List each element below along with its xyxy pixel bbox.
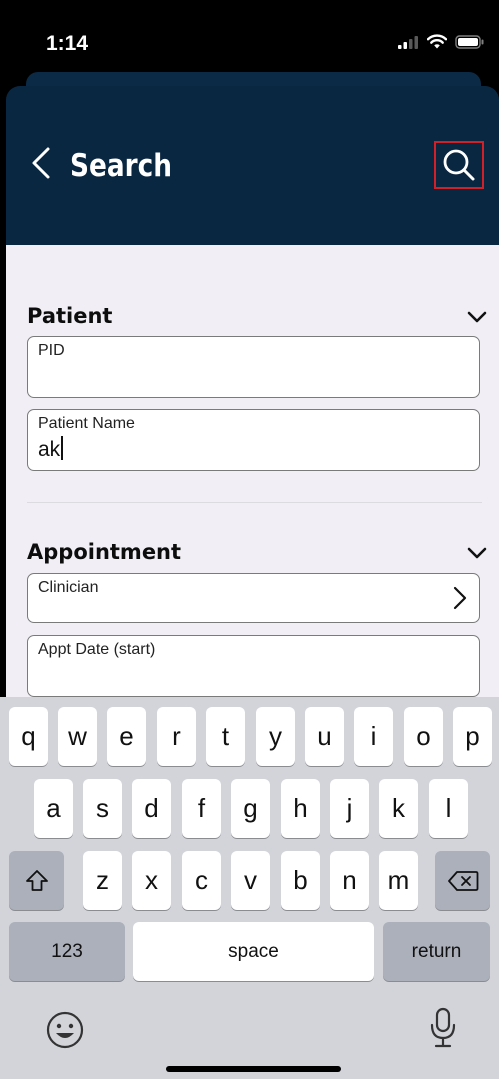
key-s[interactable]: s [83, 779, 122, 838]
key-f[interactable]: f [182, 779, 221, 838]
key-d[interactable]: d [132, 779, 171, 838]
section-divider [27, 502, 482, 503]
key-c[interactable]: c [182, 851, 221, 910]
search-form: Patient PID Patient Name ak Appointment … [6, 245, 499, 697]
appt-date-start-field[interactable]: Appt Date (start) [27, 635, 480, 697]
page-title: Search [70, 148, 173, 184]
emoji-icon[interactable] [45, 1010, 85, 1050]
key-p[interactable]: p [453, 707, 492, 766]
key-y[interactable]: y [256, 707, 295, 766]
status-icons [397, 34, 485, 49]
delete-key[interactable] [435, 851, 490, 910]
return-key[interactable]: return [383, 922, 490, 981]
clinician-field[interactable]: Clinician [27, 573, 480, 623]
key-b[interactable]: b [281, 851, 320, 910]
key-w[interactable]: w [58, 707, 97, 766]
key-l[interactable]: l [429, 779, 468, 838]
key-n[interactable]: n [330, 851, 369, 910]
key-q[interactable]: q [9, 707, 48, 766]
signal-icon [398, 35, 418, 49]
key-r[interactable]: r [157, 707, 196, 766]
text-cursor [61, 436, 64, 460]
patient-name-value: ak [38, 438, 61, 461]
chevron-right-icon [453, 586, 467, 610]
patient-name-input[interactable]: ak [38, 436, 64, 462]
clinician-label: Clinician [38, 579, 99, 596]
search-button[interactable] [434, 141, 484, 189]
key-k[interactable]: k [379, 779, 418, 838]
key-j[interactable]: j [330, 779, 369, 838]
key-g[interactable]: g [231, 779, 270, 838]
pid-label: PID [38, 342, 65, 359]
section-title-patient: Patient [27, 304, 113, 328]
key-o[interactable]: o [404, 707, 443, 766]
shift-icon [25, 869, 48, 891]
numbers-key[interactable]: 123 [9, 922, 125, 981]
key-z[interactable]: z [83, 851, 122, 910]
navigation-bar: Search [6, 86, 499, 245]
patient-name-field[interactable]: Patient Name ak [27, 409, 480, 471]
key-x[interactable]: x [132, 851, 171, 910]
appt-date-start-label: Appt Date (start) [38, 641, 156, 658]
key-i[interactable]: i [354, 707, 393, 766]
key-a[interactable]: a [34, 779, 73, 838]
key-v[interactable]: v [231, 851, 270, 910]
key-e[interactable]: e [107, 707, 146, 766]
key-u[interactable]: u [305, 707, 344, 766]
keyboard: q w e r t y u i o p a s d f g h j k l z … [0, 697, 499, 1079]
key-m[interactable]: m [379, 851, 418, 910]
home-indicator[interactable] [166, 1066, 341, 1072]
backspace-icon [447, 870, 478, 891]
search-icon [443, 149, 475, 181]
pid-field[interactable]: PID [27, 336, 480, 398]
key-h[interactable]: h [281, 779, 320, 838]
status-time: 1:14 [46, 32, 89, 55]
patient-name-label: Patient Name [38, 415, 135, 432]
status-bar: 1:14 [0, 0, 499, 74]
section-title-appointment: Appointment [27, 540, 182, 564]
battery-icon [455, 34, 484, 49]
microphone-icon[interactable] [428, 1006, 458, 1050]
key-t[interactable]: t [206, 707, 245, 766]
back-chevron-icon[interactable] [30, 146, 52, 180]
wifi-icon [427, 34, 447, 49]
space-key[interactable]: space [133, 922, 374, 981]
chevron-down-icon[interactable] [467, 311, 487, 324]
chevron-down-icon[interactable] [467, 547, 487, 560]
shift-key[interactable] [9, 851, 64, 910]
